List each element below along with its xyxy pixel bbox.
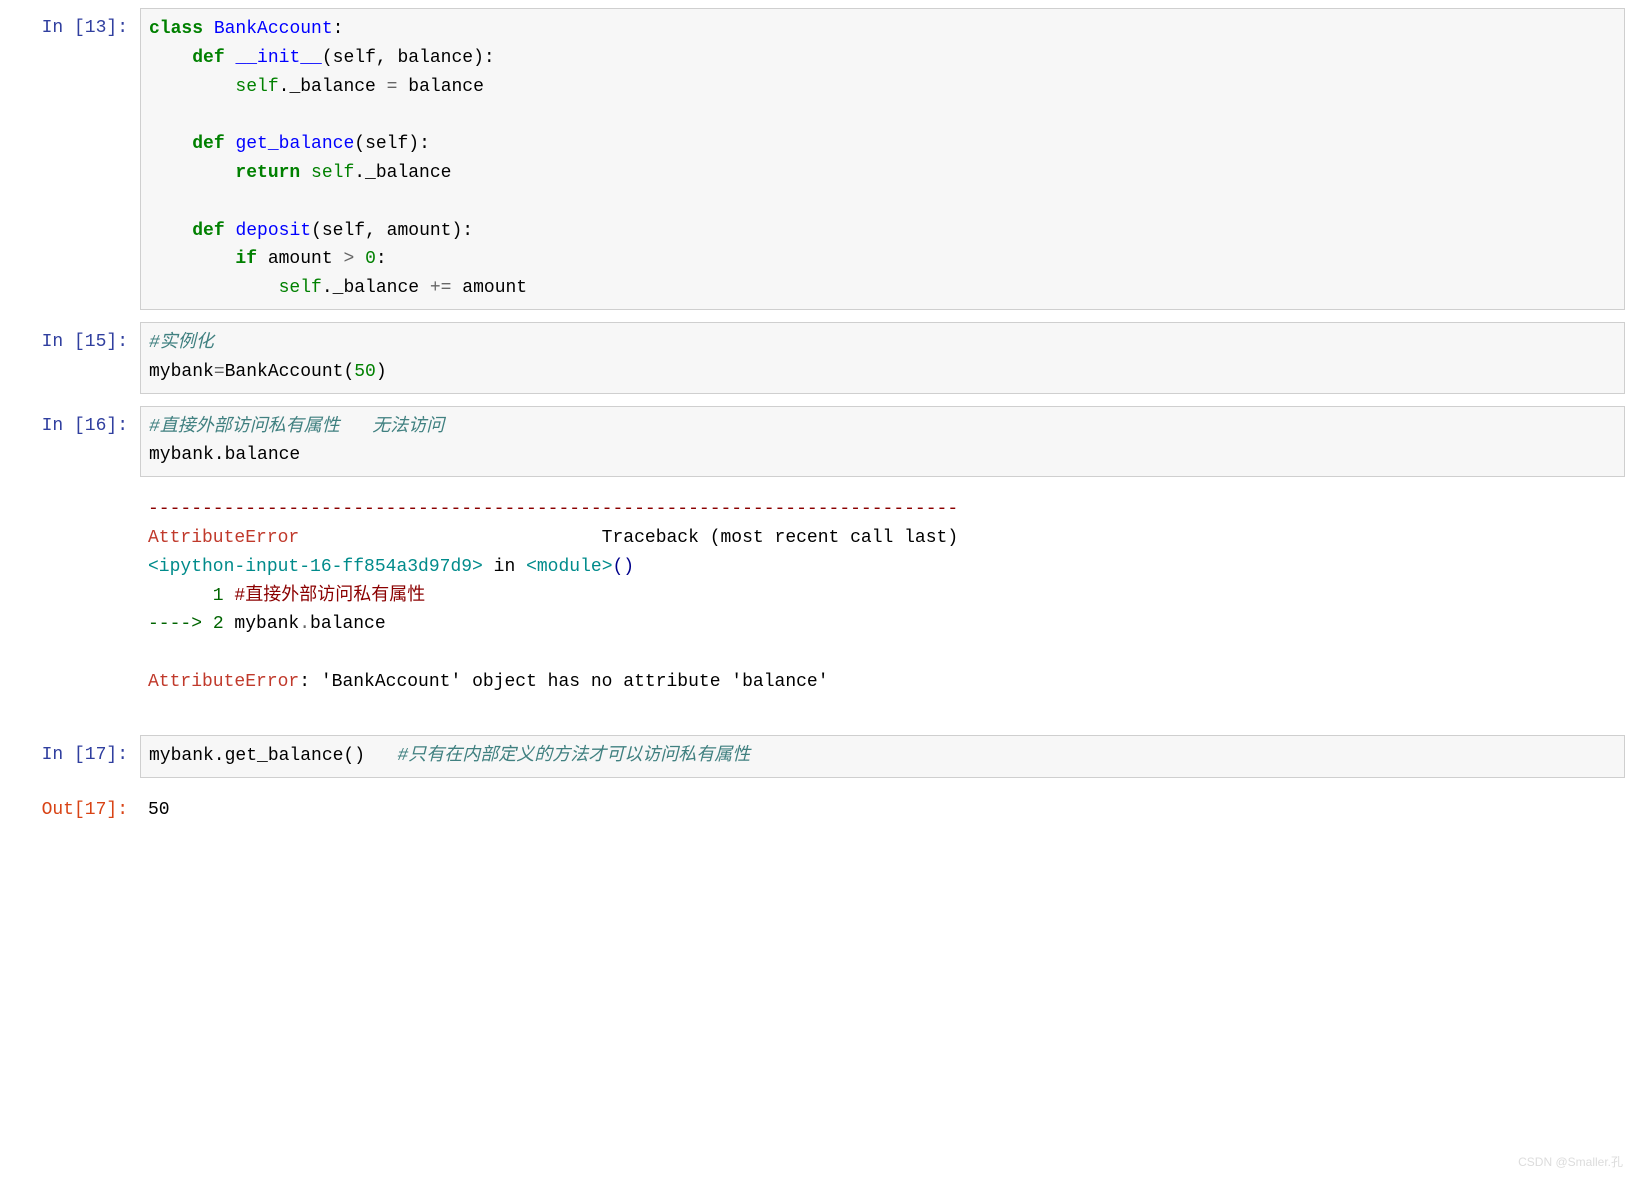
prompt-in-16: In [16]:	[8, 406, 140, 478]
code-input-13[interactable]: class BankAccount: def __init__(self, ba…	[140, 8, 1625, 310]
comment: #实例化	[149, 333, 214, 353]
exception-message: : 'BankAccount' object has no attribute …	[299, 672, 828, 692]
spacer	[8, 715, 1625, 735]
kw-def: def	[192, 134, 224, 154]
prompt-in-15: In [15]:	[8, 322, 140, 394]
kw-def: def	[192, 221, 224, 241]
code-input-15[interactable]: #实例化 mybank=BankAccount(50)	[140, 322, 1625, 394]
output-value-17: 50	[140, 790, 1625, 831]
prompt-in-17: In [17]:	[8, 735, 140, 778]
kw-return: return	[235, 163, 300, 183]
cell-13: In [13]: class BankAccount: def __init__…	[8, 8, 1625, 310]
module-ref: <module>	[526, 557, 612, 577]
exception-name: AttributeError	[148, 528, 299, 548]
prompt-empty	[8, 489, 140, 703]
func-deposit: deposit	[235, 221, 311, 241]
kw-if: if	[235, 249, 257, 269]
prompt-out-17: Out[17]:	[8, 790, 140, 831]
cell-17: In [17]: mybank.get_balance() #只有在内部定义的方…	[8, 735, 1625, 778]
kw-class: class	[149, 19, 203, 39]
cell-16: In [16]: #直接外部访问私有属性 无法访问 mybank.balance	[8, 406, 1625, 478]
func-init: __init__	[235, 48, 321, 68]
cell-17-output: Out[17]: 50	[8, 790, 1625, 831]
comment: #直接外部访问私有属性 无法访问	[149, 417, 444, 437]
func-get-balance: get_balance	[235, 134, 354, 154]
ipython-input-ref: <ipython-input-16-ff854a3d97d9>	[148, 557, 483, 577]
cell-16-output: ----------------------------------------…	[8, 489, 1625, 703]
kw-self: self	[235, 77, 278, 97]
exception-name-final: AttributeError	[148, 672, 299, 692]
traceback-arrow: ---->	[148, 614, 213, 634]
cell-15: In [15]: #实例化 mybank=BankAccount(50)	[8, 322, 1625, 394]
watermark: CSDN @Smaller.孔	[1518, 1153, 1623, 1172]
code-input-16[interactable]: #直接外部访问私有属性 无法访问 mybank.balance	[140, 406, 1625, 478]
traceback-output: ----------------------------------------…	[140, 489, 1625, 703]
code-input-17[interactable]: mybank.get_balance() #只有在内部定义的方法才可以访问私有属…	[140, 735, 1625, 778]
kw-def: def	[192, 48, 224, 68]
traceback-dash: ----------------------------------------…	[148, 499, 958, 519]
class-name: BankAccount	[214, 19, 333, 39]
prompt-in-13: In [13]:	[8, 8, 140, 310]
comment: #只有在内部定义的方法才可以访问私有属性	[397, 746, 750, 766]
